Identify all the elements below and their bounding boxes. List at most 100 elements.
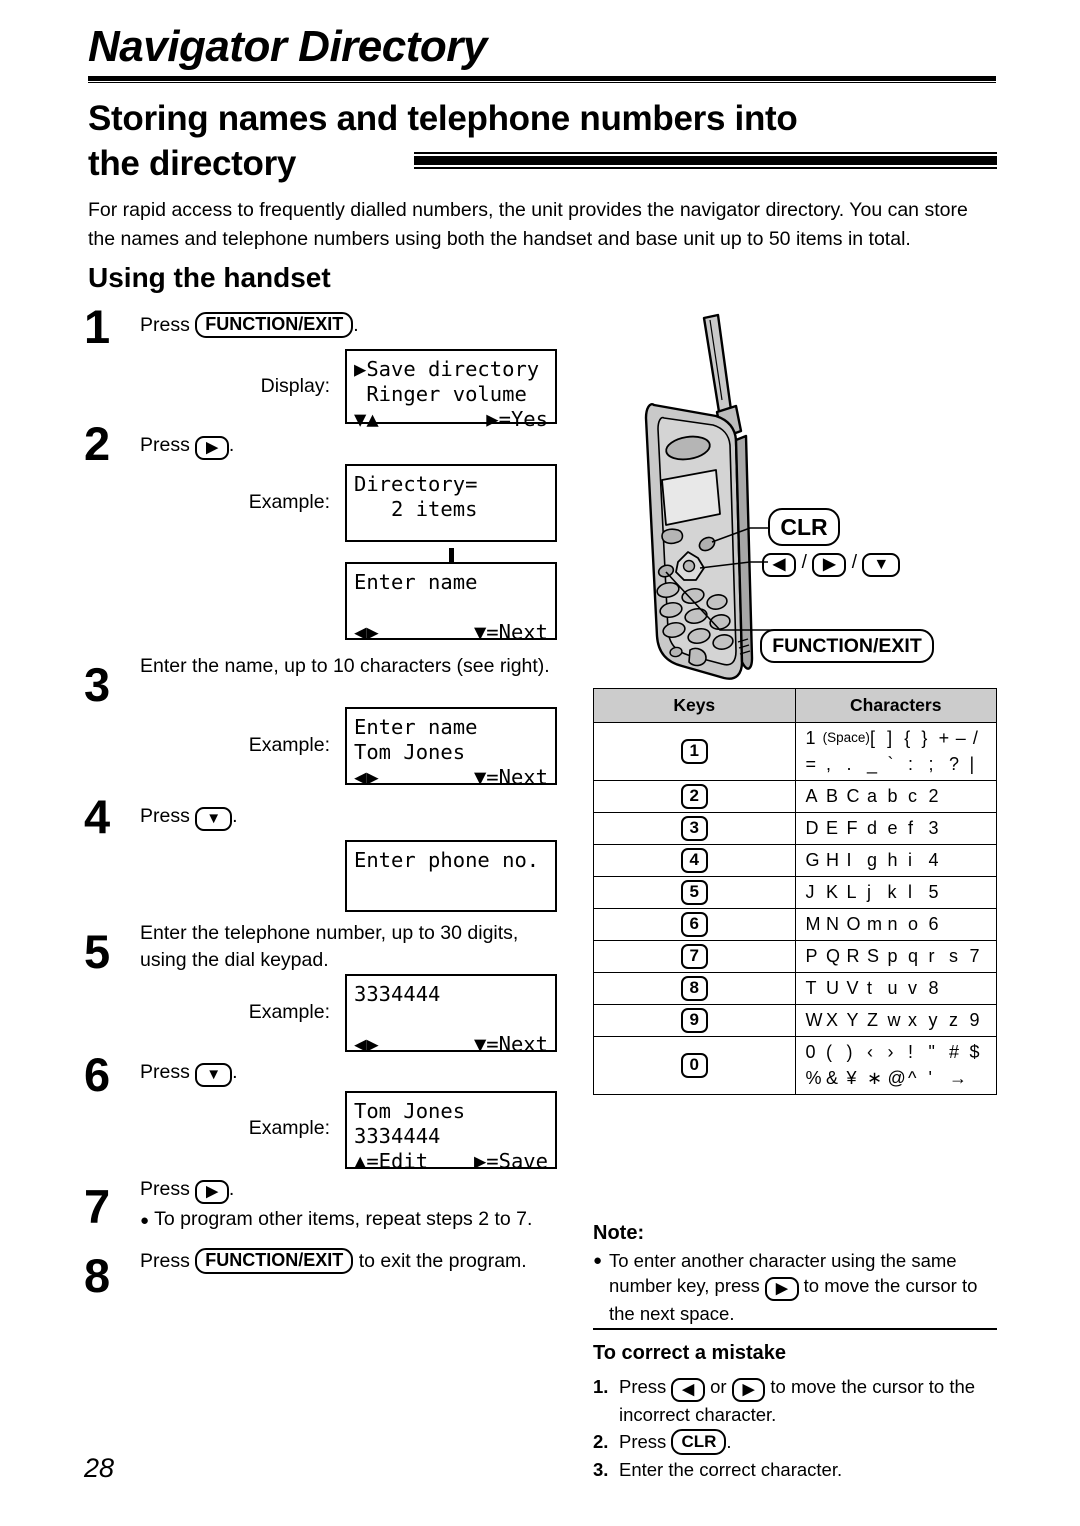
- step-text-8: Press FUNCTION/EXIT to exit the program.: [140, 1248, 580, 1275]
- character-line: 1 (Space)[] {} + – /: [806, 725, 991, 751]
- right-arrow-keycap[interactable]: ▶: [195, 436, 229, 460]
- step1-press-label: Press: [140, 314, 190, 336]
- function-exit-keycap-2[interactable]: FUNCTION/EXIT: [195, 1248, 354, 1274]
- character-glyph: [970, 911, 991, 937]
- down-arrow-keycap-2[interactable]: ▼: [195, 1063, 233, 1087]
- character-line: MNOmno6: [806, 911, 991, 937]
- character-glyph: |: [969, 754, 975, 774]
- character-glyph: {: [904, 728, 911, 748]
- table-characters-cell: WXYZwxyz9: [794, 1004, 997, 1037]
- correct-right-arrow-keycap[interactable]: ▶: [731, 1378, 766, 1402]
- step-text-3: Enter the name, up to 10 characters (see…: [140, 655, 550, 677]
- correct-step-1-or: or: [710, 1376, 727, 1397]
- character-line: WXYZwxyz9: [806, 1007, 991, 1033]
- character-glyph: I: [846, 850, 852, 870]
- step2-press-label: Press: [140, 434, 190, 456]
- lcd3-line3-left: ◀▶: [354, 620, 379, 644]
- note-divider: [593, 1328, 997, 1330]
- callout-navigation-keys: ◀ / ▶ / ▼: [762, 552, 901, 577]
- step-text-6: Press ▼.: [140, 1059, 440, 1087]
- lcd1-line3-right: ▶=Yes: [486, 407, 548, 431]
- right-arrow-keycap-3[interactable]: ▶: [812, 553, 847, 577]
- note-title: Note:: [593, 1222, 645, 1244]
- character-glyph: k: [887, 882, 897, 902]
- lcd4-line1: Enter name: [354, 715, 478, 739]
- character-glyph: N: [826, 914, 839, 934]
- character-glyph: ': [928, 1068, 932, 1088]
- character-glyph: 4: [928, 850, 939, 870]
- character-glyph: R: [846, 946, 860, 966]
- character-glyph: j: [867, 882, 871, 902]
- lcd7-line2: 3334444: [354, 1124, 441, 1148]
- lcd-display-6: 3334444 ◀▶ ▼=Next: [345, 974, 557, 1056]
- key-9-keycap[interactable]: 9: [680, 1008, 708, 1033]
- down-arrow-keycap[interactable]: ▼: [195, 807, 233, 831]
- character-glyph: Y: [846, 1010, 859, 1030]
- note-right-arrow-keycap[interactable]: ▶: [764, 1277, 799, 1301]
- character-glyph: ,: [826, 754, 832, 774]
- table-characters-cell: GHIghi4: [794, 844, 997, 877]
- character-glyph: [970, 1065, 991, 1091]
- step1-period: .: [353, 314, 359, 336]
- step-number-2: 2: [84, 417, 111, 470]
- character-glyph: +: [938, 728, 950, 748]
- lcd-display-1: ▶Save directory Ringer volume ▼▲ ▶=Yes: [345, 349, 557, 431]
- callout-clr: CLR: [768, 508, 840, 546]
- character-glyph: Z: [867, 1010, 878, 1030]
- character-glyph: 1: [805, 728, 816, 748]
- key-1-keycap[interactable]: 1: [680, 739, 708, 764]
- character-glyph: 0: [805, 1042, 816, 1062]
- key-2-keycap[interactable]: 2: [680, 784, 708, 809]
- character-glyph: ?: [949, 754, 960, 774]
- step-7-bullet: ● To program other items, repeat steps 2…: [140, 1206, 580, 1234]
- correct-step-2-period: .: [726, 1431, 732, 1452]
- left-arrow-keycap[interactable]: ◀: [762, 553, 797, 577]
- character-glyph: d: [867, 818, 878, 838]
- correct-step-1-number: 1.: [593, 1376, 609, 1397]
- character-glyph: ;: [928, 754, 934, 774]
- lcd1-line2: Ringer volume: [354, 382, 527, 406]
- character-glyph: D: [805, 818, 819, 838]
- character-glyph: #: [949, 1042, 960, 1062]
- function-exit-keycap[interactable]: FUNCTION/EXIT: [195, 312, 354, 338]
- key-6-keycap[interactable]: 6: [680, 912, 708, 937]
- step6-press-label: Press: [140, 1061, 190, 1083]
- table-row: 6 MNOmno6: [593, 908, 997, 941]
- key-0-keycap[interactable]: 0: [680, 1053, 708, 1078]
- right-arrow-keycap-2[interactable]: ▶: [195, 1180, 229, 1204]
- character-glyph: m: [867, 914, 882, 934]
- step7-period: .: [228, 1178, 235, 1200]
- down-arrow-keycap-3[interactable]: ▼: [862, 553, 901, 577]
- table-key-cell: 1: [593, 722, 796, 781]
- lcd-display-2: Directory= 2 items: [345, 464, 557, 542]
- character-glyph: g: [867, 850, 878, 870]
- character-glyph: ": [928, 1042, 935, 1062]
- key-4-keycap[interactable]: 4: [680, 848, 708, 873]
- correct-mistake-list: 1. Press ◀ or ▶ to move the cursor to th…: [593, 1374, 997, 1482]
- character-glyph: T: [805, 978, 817, 998]
- table-header-characters: Characters: [794, 688, 997, 723]
- table-key-cell: 0: [593, 1036, 796, 1095]
- character-line: GHIghi4: [806, 847, 991, 873]
- key-7-keycap[interactable]: 7: [680, 944, 708, 969]
- clr-keycap[interactable]: CLR: [671, 1429, 727, 1455]
- character-glyph: G: [805, 850, 820, 870]
- table-row: 2ABCabc2: [593, 780, 997, 813]
- character-glyph: [949, 911, 970, 937]
- lcd3-line1: Enter name: [354, 570, 478, 594]
- step-text-1: Press FUNCTION/EXIT.: [140, 312, 540, 339]
- character-glyph: [949, 783, 970, 809]
- character-glyph: [949, 847, 970, 873]
- table-key-cell: 4: [593, 844, 796, 877]
- correct-left-arrow-keycap[interactable]: ◀: [671, 1378, 705, 1402]
- correct-step-3: 3. Enter the correct character.: [593, 1457, 997, 1482]
- key-3-keycap[interactable]: 3: [680, 816, 708, 841]
- key-8-keycap[interactable]: 8: [680, 976, 708, 1001]
- character-line: % & ¥ ∗ @ ^ ' →: [806, 1065, 991, 1091]
- step8-tail-text: to exit the program.: [358, 1250, 527, 1272]
- correct-step-1: 1. Press ◀ or ▶ to move the cursor to th…: [593, 1374, 997, 1427]
- character-glyph: ^: [908, 1068, 917, 1088]
- key-5-keycap[interactable]: 5: [680, 880, 708, 905]
- step4-press-label: Press: [140, 805, 190, 827]
- step-number-4: 4: [84, 790, 111, 843]
